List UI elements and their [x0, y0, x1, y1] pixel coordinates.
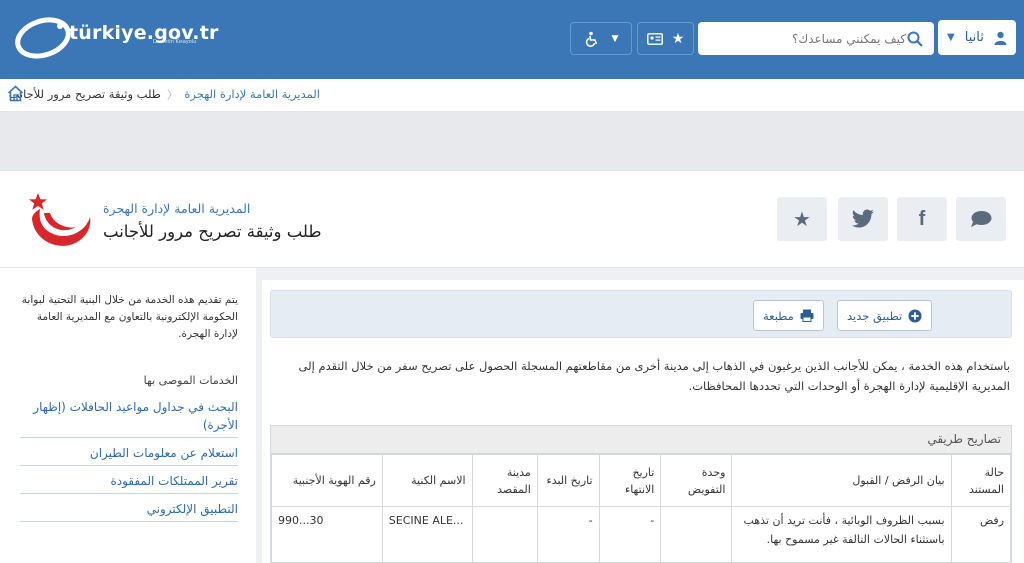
cell-foreign-id: 990...30: [271, 506, 383, 563]
plus-circle-icon: [908, 309, 922, 322]
id-card-icon: [646, 32, 663, 45]
search-input[interactable]: [708, 31, 906, 46]
logo-subtitle: Devletin Kısayolu: [153, 39, 197, 45]
column-header: وحدة التفويض: [660, 454, 733, 507]
star-icon: ★: [793, 207, 811, 231]
comment-button[interactable]: [956, 197, 1006, 241]
sidebar-link-bus-schedules[interactable]: البحث في جداول مواعيد الحافلات (إظهار ال…: [20, 398, 238, 438]
sidebar-link-lost-property[interactable]: تقرير الممتلكات المفقودة: [20, 472, 238, 494]
table-caption: تصاريح طريقي: [271, 426, 1011, 454]
new-application-label: تطبيق جديد: [847, 308, 903, 323]
table-row[interactable]: رفض بسبب الظروف الوبائية ، فأنت تريد أن …: [271, 506, 1012, 563]
column-header: حالة المستند: [950, 454, 1012, 507]
print-button[interactable]: مطبعة: [753, 300, 824, 331]
breadcrumb-item-agency[interactable]: المديرية العامة لإدارة الهجرة: [184, 87, 320, 103]
crescent-star-emblem-icon: [29, 193, 91, 246]
cell-destination: [471, 506, 538, 563]
breadcrumb-separator: 〈: [166, 88, 179, 102]
breadcrumb-item-current: طلب وثيقة تصريح مرور للأجانب: [8, 87, 161, 101]
logo-swoosh-icon: [15, 17, 71, 59]
cell-end-date: -: [598, 506, 662, 563]
facebook-icon: f: [918, 207, 926, 230]
permits-table: تصاريح طريقي حالة المستند بيان الرفض / ا…: [270, 425, 1012, 563]
column-header: تاريخ البدء: [536, 454, 600, 507]
star-icon: ★: [671, 30, 685, 47]
table-header-row: حالة المستند بيان الرفض / القبول وحدة ال…: [271, 454, 1012, 507]
chevron-down-icon: ▼: [947, 32, 955, 43]
column-header: رقم الهوية الأجنبية: [271, 454, 383, 507]
user-icon: [994, 31, 1007, 45]
user-language-button[interactable]: ▼ ثانيا: [938, 20, 1016, 55]
breadcrumb-bar: المديرية العامة لإدارة الهجرة 〈 طلب وثيق…: [0, 79, 1024, 112]
favorite-button[interactable]: ★: [777, 197, 827, 241]
home-icon[interactable]: [7, 85, 24, 102]
service-title-area: المديرية العامة لإدارة الهجرة طلب وثيقة …: [0, 170, 1024, 268]
banner-spacer: [0, 112, 1024, 170]
cell-start-date: -: [536, 506, 600, 563]
agency-name[interactable]: المديرية العامة لإدارة الهجرة: [103, 201, 250, 216]
sidebar: يتم تقديم هذه الخدمة من خلال البنية التح…: [0, 268, 256, 563]
cell-statement: بسبب الظروف الوبائية ، فأنت تريد أن تذهب…: [731, 506, 952, 563]
top-header: türkiye.gov.tr Devletin Kısayolu ▼ ★ ▼ ث…: [0, 0, 1024, 79]
accessibility-menu-button[interactable]: ▼: [570, 22, 632, 55]
printer-icon: [800, 309, 814, 322]
column-header: تاريخ الانتهاء: [598, 454, 662, 507]
main-content: تطبيق جديد مطبعة باستخدام هذه الخدمة ، ي…: [262, 280, 1024, 563]
favorites-menu-button[interactable]: ★: [637, 22, 694, 55]
twitter-share-button[interactable]: [838, 197, 888, 241]
search-icon[interactable]: [906, 30, 924, 48]
new-application-button[interactable]: تطبيق جديد: [837, 300, 933, 331]
cell-unit: [660, 506, 733, 563]
language-label: ثانيا: [964, 30, 984, 45]
column-header: بيان الرفض / القبول: [731, 454, 952, 507]
facebook-share-button[interactable]: f: [897, 197, 947, 241]
search-box: [698, 22, 934, 55]
wheelchair-icon: [585, 31, 597, 47]
column-header: الاسم الكنية: [381, 454, 473, 507]
breadcrumb: المديرية العامة لإدارة الهجرة 〈 طلب وثيق…: [9, 87, 320, 103]
cell-name: SECINE ALE...: [381, 506, 473, 563]
service-intro-text: باستخدام هذه الخدمة ، يمكن للأجانب الذين…: [298, 359, 1010, 393]
column-header: مدينة المقصد: [471, 454, 538, 507]
service-provider-description: يتم تقديم هذه الخدمة من خلال البنية التح…: [21, 294, 238, 340]
sidebar-link-flight-info[interactable]: استعلام عن معلومات الطيران: [20, 444, 238, 466]
speech-bubble-icon: [971, 211, 992, 227]
recommended-services-heading: الخدمات الموصى بها: [143, 374, 238, 387]
permits-grid: حالة المستند بيان الرفض / القبول وحدة ال…: [271, 454, 1012, 563]
action-toolbar: تطبيق جديد مطبعة: [270, 290, 1012, 338]
chevron-down-icon: ▼: [611, 33, 619, 44]
site-logo[interactable]: türkiye.gov.tr: [13, 12, 219, 60]
twitter-icon: [851, 209, 874, 228]
sidebar-link-e-application[interactable]: التطبيق الإلكتروني: [20, 500, 238, 522]
print-label: مطبعة: [763, 308, 794, 323]
page-title: طلب وثيقة تصريح مرور للأجانب: [103, 222, 322, 241]
cell-status: رفض: [950, 506, 1012, 563]
